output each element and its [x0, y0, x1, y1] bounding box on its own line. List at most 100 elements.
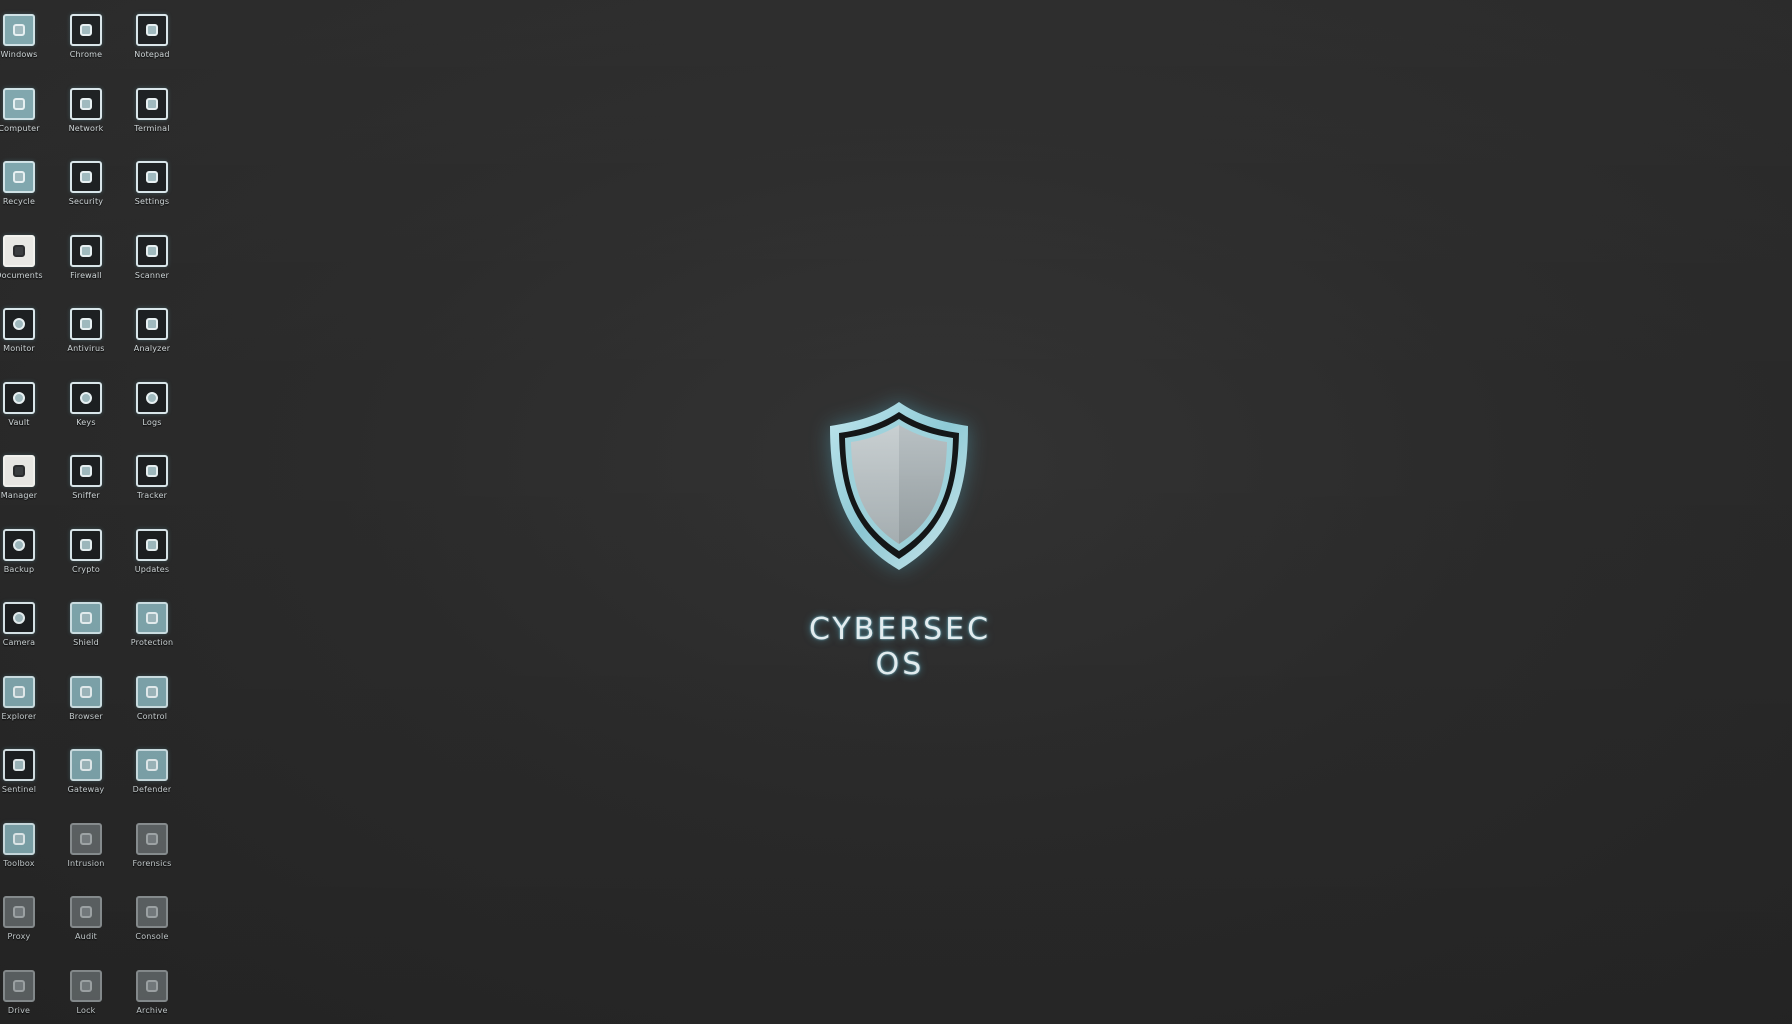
- app-glyph-icon: [80, 685, 92, 698]
- desktop-icon[interactable]: Protection: [119, 602, 185, 672]
- desktop-icon[interactable]: Toolbox: [0, 822, 52, 893]
- app-glyph-icon: [13, 391, 25, 404]
- desktop-icon[interactable]: Defender: [119, 749, 185, 819]
- desktop-icon[interactable]: Recycle: [0, 161, 52, 231]
- desktop-icon[interactable]: Drive: [0, 969, 52, 1024]
- app-glyph-icon: [80, 612, 92, 624]
- app-icon: [136, 234, 168, 267]
- app-glyph-icon: [13, 759, 25, 771]
- desktop[interactable]: Windows Chrome Notepad Computer Network Termi…: [0, 0, 1792, 1024]
- desktop-icon[interactable]: Intrusion: [53, 822, 119, 893]
- desktop-icon[interactable]: Updates: [119, 528, 185, 599]
- desktop-icon-label: Defender: [132, 785, 172, 794]
- app-icon: [70, 528, 102, 561]
- icon-row: Backup Crypto Updates: [0, 528, 190, 599]
- desktop-icon[interactable]: Settings: [119, 161, 185, 231]
- desktop-icon[interactable]: Control: [119, 675, 185, 746]
- app-glyph-icon: [80, 97, 92, 110]
- desktop-icon[interactable]: Sentinel: [0, 749, 52, 819]
- app-glyph-icon: [146, 832, 158, 845]
- desktop-icon-label: Sentinel: [1, 785, 37, 794]
- app-glyph-icon: [146, 685, 158, 698]
- app-icon: [136, 969, 168, 1002]
- desktop-icon-label: Proxy: [7, 932, 31, 941]
- desktop-icon[interactable]: Vault: [0, 381, 52, 452]
- desktop-icon-label: Windows: [0, 50, 38, 59]
- desktop-icon[interactable]: Crypto: [53, 528, 119, 599]
- desktop-icon-label: Drive: [7, 1005, 31, 1015]
- desktop-icon[interactable]: Tracker: [119, 455, 185, 525]
- app-glyph-icon: [80, 832, 92, 845]
- desktop-icon-label: Firewall: [70, 270, 102, 280]
- app-icon: [136, 749, 168, 781]
- desktop-icon-label: Documents: [0, 270, 43, 280]
- desktop-icon[interactable]: Explorer: [0, 675, 52, 746]
- app-icon: [136, 602, 168, 634]
- app-glyph-icon: [146, 171, 158, 183]
- app-glyph-icon: [13, 318, 25, 330]
- app-icon: [136, 455, 168, 487]
- desktop-icon[interactable]: Manager: [0, 455, 52, 525]
- desktop-icon-label: Settings: [134, 197, 170, 206]
- app-icon: [136, 675, 168, 708]
- desktop-icon-label: Scanner: [134, 270, 170, 280]
- os-title: CYBERSEC OS: [808, 612, 992, 682]
- app-glyph-icon: [80, 906, 92, 918]
- app-icon: [70, 455, 102, 487]
- desktop-icon-label: Console: [135, 932, 169, 941]
- desktop-icon-label: Explorer: [1, 711, 37, 721]
- desktop-icon[interactable]: Firewall: [53, 234, 119, 305]
- app-icon: [3, 969, 35, 1002]
- desktop-icon[interactable]: Proxy: [0, 896, 52, 966]
- desktop-icon[interactable]: Computer: [0, 87, 52, 158]
- desktop-icon-label: Sniffer: [72, 491, 100, 500]
- icon-row: Manager Sniffer Tracker: [0, 455, 190, 525]
- icon-row: Sentinel Gateway Defender: [0, 749, 190, 819]
- desktop-icon-label: Manager: [0, 491, 38, 500]
- desktop-icon[interactable]: Backup: [0, 528, 52, 599]
- desktop-icon[interactable]: Forensics: [119, 822, 185, 893]
- desktop-icon[interactable]: Browser: [53, 675, 119, 746]
- desktop-icon[interactable]: Keys: [53, 381, 119, 452]
- desktop-icon-label: Shield: [73, 638, 99, 647]
- desktop-icon[interactable]: Gateway: [53, 749, 119, 819]
- app-glyph-icon: [80, 244, 92, 257]
- desktop-icon[interactable]: Audit: [53, 896, 119, 966]
- desktop-icon[interactable]: Security: [53, 161, 119, 231]
- app-glyph-icon: [146, 612, 158, 624]
- desktop-icon[interactable]: Scanner: [119, 234, 185, 305]
- desktop-icon[interactable]: Documents: [0, 234, 52, 305]
- desktop-icon[interactable]: Sniffer: [53, 455, 119, 525]
- app-icon: [70, 381, 102, 414]
- desktop-icon[interactable]: Logs: [119, 381, 185, 452]
- icon-row: Toolbox Intrusion Forensics: [0, 822, 190, 893]
- desktop-icon[interactable]: Shield: [53, 602, 119, 672]
- desktop-icon[interactable]: Monitor: [0, 308, 52, 378]
- icon-row: Windows Chrome Notepad: [0, 14, 190, 84]
- app-icon: [70, 896, 102, 928]
- icon-row: Drive Lock Archive: [0, 969, 190, 1024]
- icon-row: Vault Keys Logs: [0, 381, 190, 452]
- desktop-icon[interactable]: Lock: [53, 969, 119, 1024]
- app-icon: [3, 87, 35, 120]
- desktop-icon[interactable]: Antivirus: [53, 308, 119, 378]
- desktop-icon[interactable]: Console: [119, 896, 185, 966]
- desktop-icon[interactable]: Windows: [0, 14, 52, 84]
- desktop-icon[interactable]: Camera: [0, 602, 52, 672]
- app-icon: [3, 822, 35, 855]
- desktop-icon[interactable]: Network: [53, 87, 119, 158]
- app-glyph-icon: [13, 538, 25, 551]
- desktop-icon[interactable]: Archive: [119, 969, 185, 1024]
- app-icon: [70, 675, 102, 708]
- icon-row: Camera Shield Protection: [0, 602, 190, 672]
- desktop-icon[interactable]: Analyzer: [119, 308, 185, 378]
- app-glyph-icon: [13, 24, 25, 36]
- desktop-icon[interactable]: Notepad: [119, 14, 185, 84]
- desktop-icon-label: Computer: [0, 123, 40, 133]
- icon-row: Documents Firewall Scanner: [0, 234, 190, 305]
- app-glyph-icon: [146, 244, 158, 257]
- desktop-icon[interactable]: Chrome: [53, 14, 119, 84]
- desktop-icon-label: Network: [68, 123, 104, 133]
- desktop-icon-label: Forensics: [132, 858, 172, 868]
- desktop-icon[interactable]: Terminal: [119, 87, 185, 158]
